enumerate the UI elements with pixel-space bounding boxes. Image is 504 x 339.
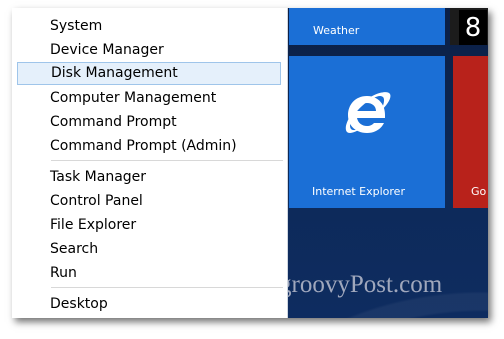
menu-item-disk-management[interactable]: Disk Management <box>17 62 281 85</box>
screenshot-frame: Weather 8 Internet Explorer Go groovyPos… <box>12 8 488 318</box>
menu-item-control-panel[interactable]: Control Panel <box>17 190 281 212</box>
menu-item-command-prompt[interactable]: Command Prompt <box>17 111 281 133</box>
partial-red-tile[interactable]: Go <box>453 56 488 208</box>
menu-separator <box>51 287 283 288</box>
menu-item-device-manager[interactable]: Device Manager <box>17 39 281 61</box>
menu-item-system[interactable]: System <box>17 15 281 37</box>
weather-tile[interactable]: Weather <box>289 8 445 45</box>
number-tile[interactable]: 8 <box>450 8 488 45</box>
power-user-menu: System Device Manager Disk Management Co… <box>12 8 288 318</box>
menu-item-task-manager[interactable]: Task Manager <box>17 166 281 188</box>
internet-explorer-tile-label: Internet Explorer <box>312 185 405 198</box>
menu-item-command-prompt-admin[interactable]: Command Prompt (Admin) <box>17 135 281 157</box>
partial-red-tile-label: Go <box>471 185 487 198</box>
menu-item-desktop[interactable]: Desktop <box>17 293 281 315</box>
menu-separator <box>51 160 283 161</box>
internet-explorer-tile[interactable]: Internet Explorer <box>289 56 445 208</box>
watermark: groovyPost.com <box>279 271 443 298</box>
internet-explorer-icon <box>345 92 391 133</box>
menu-item-computer-management[interactable]: Computer Management <box>17 87 281 109</box>
menu-item-run[interactable]: Run <box>17 262 281 284</box>
menu-item-search[interactable]: Search <box>17 238 281 260</box>
weather-tile-label: Weather <box>313 24 360 37</box>
number-tile-label: 8 <box>459 10 487 45</box>
menu-item-file-explorer[interactable]: File Explorer <box>17 214 281 236</box>
